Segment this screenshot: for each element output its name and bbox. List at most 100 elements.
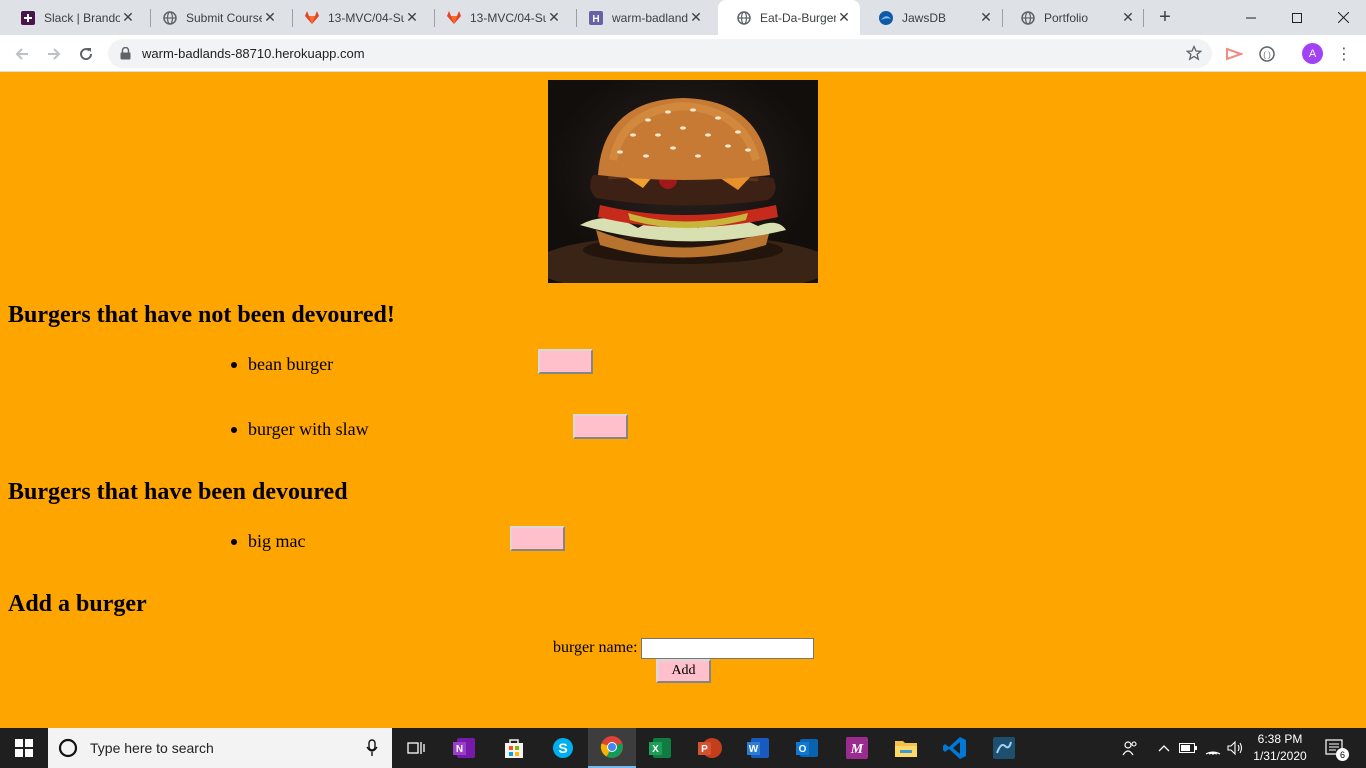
add-button[interactable]: Add — [656, 659, 711, 683]
bullet — [231, 426, 237, 433]
not-devoured-heading: Burgers that have not been devoured! — [8, 302, 395, 328]
svg-text:S: S — [558, 740, 567, 756]
close-window-icon[interactable] — [1320, 0, 1366, 35]
tab-title: Slack | Brandon — [44, 10, 120, 25]
skype-icon[interactable]: S — [539, 728, 587, 768]
taskbar-search[interactable]: Type here to search — [48, 728, 392, 768]
notification-count: 6 — [1336, 748, 1349, 761]
devoured-item-button[interactable] — [510, 526, 565, 551]
browser-tab-strip: Slack | Brandon ✕ Submit Course ✕ 13-MVC… — [0, 0, 1366, 35]
close-icon[interactable]: ✕ — [688, 9, 704, 26]
devoured-heading: Burgers that have been devoured — [8, 479, 348, 505]
forward-icon[interactable] — [41, 41, 67, 67]
svg-text:N: N — [456, 744, 463, 755]
extension-icon[interactable]: ( ) — [1257, 44, 1277, 64]
add-burger-heading: Add a burger — [8, 591, 147, 617]
new-tab-icon[interactable]: + — [1154, 7, 1176, 29]
mendeley-icon[interactable]: M — [833, 728, 881, 768]
close-icon[interactable]: ✕ — [546, 9, 562, 26]
tab-heroku[interactable]: H warm-badland ✕ — [570, 0, 712, 35]
profile-avatar[interactable]: A — [1302, 43, 1323, 64]
extension-cast-icon[interactable] — [1224, 44, 1244, 64]
close-icon[interactable]: ✕ — [836, 9, 852, 26]
tab-separator — [1143, 9, 1144, 27]
wifi-icon[interactable] — [1204, 728, 1222, 768]
tab-gitlab-1[interactable]: 13-MVC/04-Su ✕ — [286, 0, 428, 35]
microphone-icon[interactable] — [366, 739, 378, 757]
tab-slack[interactable]: Slack | Brandon ✕ — [2, 0, 144, 35]
jawsdb-icon — [878, 10, 894, 26]
tab-portfolio[interactable]: Portfolio ✕ — [1002, 0, 1144, 35]
minimize-icon[interactable] — [1228, 0, 1274, 35]
task-view-icon[interactable] — [392, 728, 440, 768]
bookmark-star-icon[interactable] — [1185, 44, 1203, 66]
url-text: warm-badlands-88710.herokuapp.com — [142, 46, 365, 61]
svg-text:( ): ( ) — [1263, 51, 1271, 60]
tab-jawsdb[interactable]: JawsDB ✕ — [860, 0, 1002, 35]
burger-name: big mac — [248, 531, 306, 551]
onenote-icon[interactable]: N — [441, 728, 489, 768]
page-body: Burgers that have not been devoured! bea… — [0, 72, 1366, 728]
svg-text:X: X — [652, 744, 659, 755]
chevron-up-icon[interactable] — [1156, 728, 1172, 768]
globe-icon — [1020, 10, 1036, 26]
chrome-icon[interactable] — [588, 728, 636, 768]
burger-hero-image — [548, 80, 818, 283]
burger-name-input[interactable] — [641, 638, 814, 659]
powerpoint-icon[interactable]: P — [686, 728, 734, 768]
tab-submit-course[interactable]: Submit Course ✕ — [144, 0, 286, 35]
browser-toolbar: warm-badlands-88710.herokuapp.com ( ) A … — [0, 35, 1366, 72]
address-bar[interactable]: warm-badlands-88710.herokuapp.com — [108, 39, 1212, 68]
close-icon[interactable]: ✕ — [978, 9, 994, 26]
globe-icon — [736, 10, 752, 26]
globe-icon — [162, 10, 178, 26]
slack-icon — [20, 10, 36, 26]
clock-date: 1/31/2020 — [1253, 749, 1307, 763]
maximize-icon[interactable] — [1274, 0, 1320, 35]
outlook-icon[interactable]: O — [784, 728, 832, 768]
list-item: bean burger — [231, 354, 333, 375]
tab-title: 13-MVC/04-Su — [470, 10, 546, 25]
tab-title: Submit Course — [186, 10, 262, 25]
reload-icon[interactable] — [73, 41, 99, 67]
svg-text:M: M — [850, 742, 864, 757]
mysql-workbench-icon[interactable] — [980, 728, 1028, 768]
devour-button[interactable] — [573, 414, 628, 439]
burger-name: bean burger — [248, 354, 334, 374]
bullet — [231, 538, 237, 545]
devour-button[interactable] — [538, 349, 593, 374]
tab-gitlab-2[interactable]: 13-MVC/04-Su ✕ — [428, 0, 570, 35]
tab-eat-da-burger[interactable]: Eat-Da-Burger ✕ — [718, 0, 860, 35]
burger-name: burger with slaw — [248, 419, 369, 439]
tab-title: 13-MVC/04-Su — [328, 10, 404, 25]
people-icon[interactable] — [1118, 728, 1142, 768]
svg-text:O: O — [799, 744, 807, 755]
tab-title: Portfolio — [1044, 10, 1089, 25]
tab-title: JawsDB — [902, 10, 947, 25]
list-item: big mac — [231, 531, 305, 552]
windows-start-icon[interactable] — [0, 728, 48, 768]
tab-title: warm-badland — [612, 10, 688, 25]
word-icon[interactable]: W — [735, 728, 783, 768]
close-icon[interactable]: ✕ — [120, 9, 136, 26]
menu-kebab-icon[interactable]: ⋮ — [1336, 44, 1352, 64]
list-item: burger with slaw — [231, 419, 369, 440]
store-icon[interactable] — [490, 728, 538, 768]
back-icon[interactable] — [9, 41, 35, 67]
notifications-icon[interactable]: 6 — [1322, 728, 1349, 768]
bullet — [231, 361, 237, 368]
cortana-icon — [58, 738, 78, 758]
file-explorer-icon[interactable] — [882, 728, 930, 768]
excel-icon[interactable]: X — [637, 728, 685, 768]
svg-text:H: H — [592, 14, 599, 25]
clock-time: 6:38 PM — [1257, 732, 1303, 746]
taskbar-clock[interactable]: 6:38 PM 1/31/2020 — [1240, 731, 1320, 765]
close-icon[interactable]: ✕ — [262, 9, 278, 26]
close-icon[interactable]: ✕ — [1120, 9, 1136, 26]
close-icon[interactable]: ✕ — [404, 9, 420, 26]
svg-text:P: P — [701, 744, 708, 755]
gitlab-icon — [446, 10, 462, 26]
vscode-icon[interactable] — [931, 728, 979, 768]
tab-title: Eat-Da-Burger — [760, 10, 836, 25]
battery-icon[interactable] — [1178, 728, 1198, 768]
